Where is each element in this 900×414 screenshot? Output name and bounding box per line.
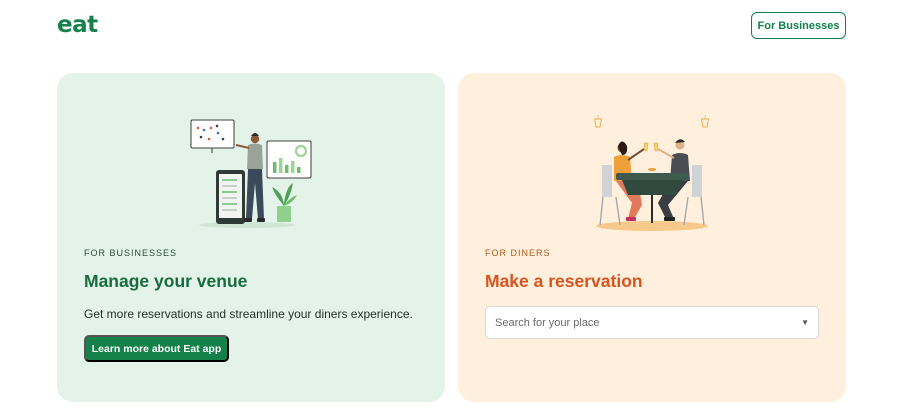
chevron-down-icon[interactable]: ▼ bbox=[801, 318, 809, 327]
business-illustration bbox=[190, 119, 312, 228]
business-heading: Manage your venue bbox=[84, 271, 248, 291]
business-description: Get more reservations and streamline you… bbox=[84, 307, 413, 321]
learn-more-button[interactable]: Learn more about Eat app bbox=[84, 335, 229, 362]
diners-eyebrow: FOR DINERS bbox=[485, 248, 551, 258]
business-card: FOR BUSINESSES Manage your venue Get mor… bbox=[57, 73, 445, 402]
place-search-select[interactable]: ▼ bbox=[485, 306, 819, 339]
diners-card: FOR DINERS Make a reservation ▼ bbox=[458, 73, 846, 402]
place-search-input[interactable] bbox=[495, 316, 802, 329]
logo[interactable]: eat bbox=[57, 12, 98, 38]
diners-heading: Make a reservation bbox=[485, 271, 643, 291]
business-eyebrow: FOR BUSINESSES bbox=[84, 248, 178, 258]
diners-illustration bbox=[594, 115, 710, 231]
for-businesses-button[interactable]: For Businesses bbox=[751, 12, 846, 39]
